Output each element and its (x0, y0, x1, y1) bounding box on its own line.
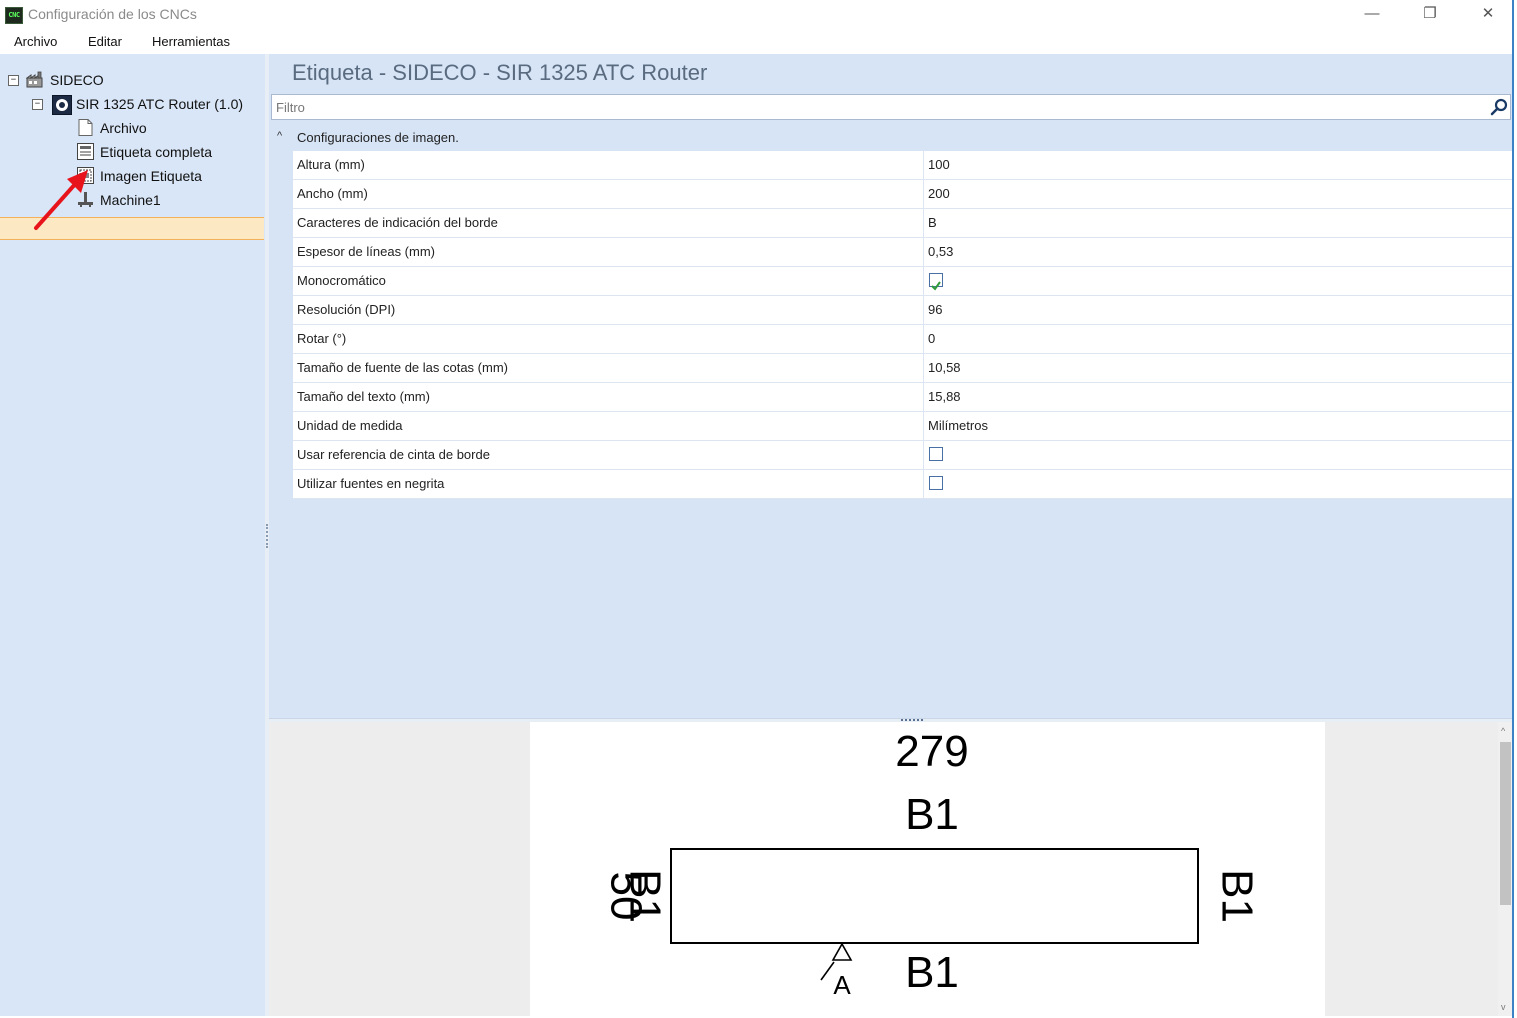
property-value[interactable]: Milímetros (925, 412, 1513, 440)
label-icon (77, 143, 94, 160)
tree-node-archivo[interactable]: Archivo (100, 117, 147, 139)
grain-direction-icon: A (820, 942, 853, 1000)
property-row[interactable]: Tamaño de fuente de las cotas (mm) 10,58 (293, 354, 1513, 383)
tree-node-machine1[interactable]: Machine1 (100, 189, 161, 211)
file-icon (78, 119, 93, 136)
property-row[interactable]: Espesor de líneas (mm) 0,53 (293, 238, 1513, 267)
property-name: Monocromático (293, 267, 924, 295)
menu-editar[interactable]: Editar (88, 34, 122, 49)
edge-left-label: B1 (620, 869, 669, 923)
group-header[interactable]: ^ Configuraciones de imagen. (269, 124, 1513, 151)
window-border (1512, 0, 1514, 1018)
property-checkbox-cell[interactable] (925, 267, 1513, 295)
property-name: Rotar (°) (293, 325, 924, 353)
property-row[interactable]: Altura (mm) 100 (293, 151, 1513, 180)
search-icon[interactable] (1490, 98, 1508, 116)
checkbox-checked[interactable] (929, 273, 943, 291)
panel-title: Etiqueta - SIDECO - SIR 1325 ATC Router (292, 60, 708, 85)
cnc-app-icon: CNC (5, 7, 23, 24)
scroll-up-icon[interactable]: ^ (1501, 726, 1505, 736)
collapse-root-icon[interactable]: − (8, 75, 19, 86)
property-checkbox-cell[interactable] (925, 441, 1513, 469)
property-value[interactable]: 10,58 (925, 354, 1513, 382)
preview-pane: 279 B1 B1 50 B1 B1 A ^ v (269, 722, 1513, 1016)
scroll-down-icon[interactable]: v (1501, 1002, 1506, 1012)
property-row[interactable]: Usar referencia de cinta de borde (293, 441, 1513, 470)
property-name: Resolución (DPI) (293, 296, 924, 324)
property-name: Unidad de medida (293, 412, 924, 440)
grain-marker-label: A (833, 970, 851, 1000)
filter-placeholder: Filtro (276, 100, 305, 115)
tree-node-imagen-etiqueta[interactable]: Imagen Etiqueta (100, 165, 202, 187)
property-pane: Etiqueta - SIDECO - SIR 1325 ATC Router … (269, 54, 1513, 718)
menu-bar: Archivo Editar Herramientas (0, 30, 1517, 54)
property-name: Caracteres de indicación del borde (293, 209, 924, 237)
tree-node-sideco[interactable]: SIDECO (50, 69, 104, 91)
property-value[interactable]: B (925, 209, 1513, 237)
width-dimension-label: 279 (895, 727, 968, 776)
title-bar: CNC Configuración de los CNCs — ❐ ✕ (0, 0, 1517, 30)
tree-pane: − SIDECO − SIR 1325 ATC Router (1.0) Arc… (0, 54, 266, 1016)
property-name: Utilizar fuentes en negrita (293, 470, 924, 498)
property-row[interactable]: Caracteres de indicación del borde B (293, 209, 1513, 238)
property-value[interactable]: 100 (925, 151, 1513, 179)
property-checkbox-cell[interactable] (925, 470, 1513, 498)
label-drawing: 279 B1 B1 50 B1 B1 A (601, 727, 1261, 1000)
label-preview: 279 B1 B1 50 B1 B1 A (530, 722, 1325, 1016)
machine-icon (52, 95, 72, 115)
scrollbar-thumb[interactable] (1500, 742, 1511, 905)
filter-input[interactable]: Filtro (271, 94, 1511, 120)
group-label: Configuraciones de imagen. (297, 130, 459, 145)
property-row[interactable]: Tamaño del texto (mm) 15,88 (293, 383, 1513, 412)
checkbox-unchecked[interactable] (929, 476, 943, 490)
property-value[interactable]: 15,88 (925, 383, 1513, 411)
preview-scrollbar[interactable]: ^ v (1498, 722, 1513, 1016)
property-value[interactable]: 200 (925, 180, 1513, 208)
tree-node-etiqueta-completa[interactable]: Etiqueta completa (100, 141, 212, 163)
tree-node-machine[interactable]: SIR 1325 ATC Router (1.0) (76, 93, 243, 115)
collapse-machine-icon[interactable]: − (32, 99, 43, 110)
edge-bottom-label: B1 (905, 948, 959, 997)
property-row[interactable]: Resolución (DPI) 96 (293, 296, 1513, 325)
property-row[interactable]: Utilizar fuentes en negrita (293, 470, 1513, 499)
piece-rectangle (670, 848, 1199, 944)
edge-top-label: B1 (905, 790, 959, 839)
restore-button[interactable]: ❐ (1401, 0, 1459, 30)
menu-herramientas[interactable]: Herramientas (152, 34, 230, 49)
property-name: Ancho (mm) (293, 180, 924, 208)
property-value[interactable]: 0,53 (925, 238, 1513, 266)
annotation-arrow-icon (34, 170, 88, 230)
property-row[interactable]: Ancho (mm) 200 (293, 180, 1513, 209)
property-row[interactable]: Monocromático (293, 267, 1513, 296)
property-value[interactable]: 96 (925, 296, 1513, 324)
property-name: Tamaño de fuente de las cotas (mm) (293, 354, 924, 382)
chevron-up-icon[interactable]: ^ (277, 130, 282, 142)
property-name: Espesor de líneas (mm) (293, 238, 924, 266)
factory-icon (26, 71, 43, 88)
property-row[interactable]: Unidad de medida Milímetros (293, 412, 1513, 441)
edge-right-label: B1 (1212, 869, 1261, 923)
minimize-button[interactable]: — (1343, 0, 1401, 30)
checkmark-icon (931, 281, 941, 291)
property-row[interactable]: Rotar (°) 0 (293, 325, 1513, 354)
property-grid: Altura (mm) 100 Ancho (mm) 200 Caracteres de… (293, 151, 1513, 499)
property-name: Altura (mm) (293, 151, 924, 179)
property-name: Tamaño del texto (mm) (293, 383, 924, 411)
checkbox-unchecked[interactable] (929, 447, 943, 461)
window-title: Configuración de los CNCs (28, 6, 197, 22)
property-value[interactable]: 0 (925, 325, 1513, 353)
close-button[interactable]: ✕ (1459, 0, 1517, 30)
menu-archivo[interactable]: Archivo (14, 34, 57, 49)
property-name: Usar referencia de cinta de borde (293, 441, 924, 469)
